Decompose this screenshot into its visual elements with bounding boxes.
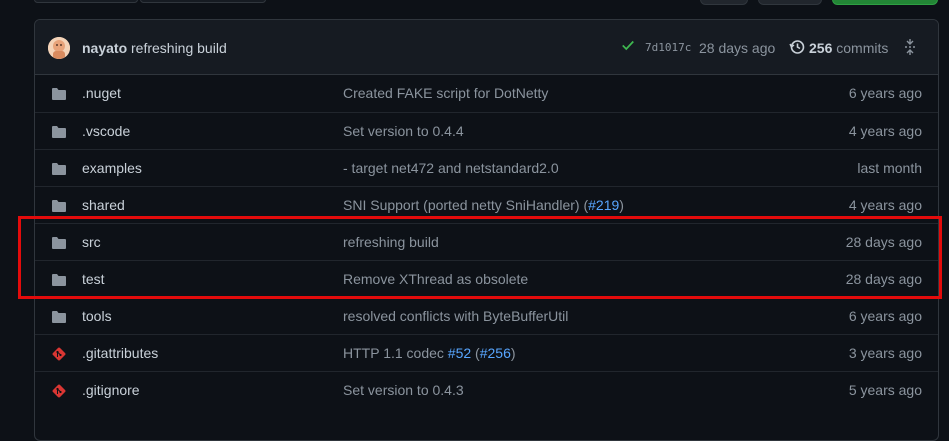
file-name-link[interactable]: .nuget — [82, 85, 121, 101]
commit-message-text: resolved conflicts with ByteBufferUtil — [343, 308, 569, 324]
file-row[interactable]: shared SNI Support (ported netty SniHandl… — [35, 186, 938, 223]
commit-age: 6 years ago — [848, 85, 922, 101]
folder-icon — [51, 87, 67, 104]
commit-age: last month — [857, 160, 922, 176]
file-name-link[interactable]: .vscode — [82, 123, 130, 139]
commit-message-link[interactable]: refreshing build — [343, 234, 439, 250]
commit-message-link[interactable]: SNI Support (ported netty SniHandler) (#… — [343, 197, 624, 213]
file-row[interactable]: examples - target net472 and netstandard2… — [35, 149, 938, 186]
commit-message-text: SNI Support (ported netty SniHandler) ( — [343, 197, 589, 213]
file-row[interactable]: tools resolved conflicts with ByteBufferU… — [35, 297, 938, 334]
commit-message-link[interactable]: Created FAKE script for DotNetty — [343, 85, 548, 101]
file-name-link[interactable]: src — [82, 234, 101, 250]
commit-age: 4 years ago — [848, 197, 922, 213]
git-file-icon — [51, 383, 67, 402]
check-icon[interactable] — [621, 38, 635, 55]
go-to-file-button[interactable] — [700, 0, 748, 5]
folder-icon — [51, 162, 67, 179]
commit-message-link[interactable]: Set version to 0.4.4 — [343, 123, 464, 139]
commit-message-text: - target net472 and netstandard2.0 — [343, 160, 559, 176]
file-browser: nayato refreshing build 7d1017c 28 days … — [34, 19, 939, 441]
add-file-button[interactable] — [758, 0, 822, 5]
folder-icon — [51, 199, 67, 216]
commit-message-text: refreshing build — [343, 234, 439, 250]
branch-selector[interactable] — [34, 0, 138, 3]
file-name-link[interactable]: examples — [82, 160, 142, 176]
git-file-icon — [51, 346, 67, 365]
commit-message-link[interactable]: - target net472 and netstandard2.0 — [343, 160, 559, 176]
commit-message-link[interactable]: HTTP 1.1 codec #52 (#256) — [343, 345, 516, 361]
file-row[interactable]: .nuget Created FAKE script for DotNetty 6 … — [35, 75, 938, 112]
file-name-link[interactable]: shared — [82, 197, 125, 213]
commit-age: 28 days ago — [845, 234, 922, 250]
commit-message-text: ) — [510, 345, 516, 361]
commit-age: 4 years ago — [848, 123, 922, 139]
file-row[interactable]: .vscode Set version to 0.4.4 4 years ago — [35, 112, 938, 149]
issue-link[interactable]: #52 — [448, 345, 471, 361]
commit-age: 28 days ago — [699, 40, 776, 56]
commit-message-text: Set version to 0.4.3 — [343, 382, 464, 398]
file-name-link[interactable]: tools — [82, 308, 112, 324]
branches-link[interactable] — [140, 0, 266, 3]
avatar[interactable] — [48, 37, 70, 59]
file-name-link[interactable]: .gitignore — [82, 382, 140, 398]
issue-link[interactable]: #256 — [480, 345, 511, 361]
commit-message-text: Set version to 0.4.4 — [343, 123, 464, 139]
commit-message-text: Created FAKE script for DotNetty — [343, 85, 549, 101]
commit-age: 6 years ago — [848, 308, 922, 324]
file-name-link[interactable]: .gitattributes — [82, 345, 158, 361]
folder-icon — [51, 310, 67, 327]
commit-message[interactable]: refreshing build — [131, 40, 227, 56]
issue-link[interactable]: #219 — [588, 197, 619, 213]
commit-message-text: ) — [619, 197, 624, 213]
commit-label: commits — [836, 40, 889, 56]
file-row[interactable]: .gitattributes HTTP 1.1 codec #52 (#256) 3… — [35, 334, 938, 371]
code-button[interactable] — [832, 0, 938, 5]
commit-age: 3 years ago — [848, 345, 922, 361]
commit-message-link[interactable]: resolved conflicts with ByteBufferUtil — [343, 308, 568, 324]
commit-author[interactable]: nayato — [82, 40, 127, 56]
commits-link[interactable]: 256 commits — [809, 40, 888, 56]
file-row[interactable]: test Remove XThread as obsolete 28 days ag… — [35, 260, 938, 297]
history-icon[interactable] — [789, 39, 805, 58]
commit-message-link[interactable]: Set version to 0.4.3 — [343, 382, 464, 398]
file-list: .nuget Created FAKE script for DotNetty 6 … — [35, 75, 938, 408]
commit-message-text: HTTP 1.1 codec — [343, 345, 448, 361]
commit-age: 28 days ago — [845, 271, 922, 287]
folder-icon — [51, 125, 67, 142]
fold-icon[interactable] — [903, 38, 917, 59]
folder-icon — [51, 273, 67, 290]
commit-message-text: ( — [471, 345, 480, 361]
commit-age: 5 years ago — [848, 382, 922, 398]
file-row[interactable]: .gitignore Set version to 0.4.3 5 years ag… — [35, 371, 938, 408]
commit-message-text: Remove XThread as obsolete — [343, 271, 529, 287]
file-name-link[interactable]: test — [82, 271, 105, 287]
commit-sha[interactable]: 7d1017c — [645, 41, 691, 54]
file-row[interactable]: src refreshing build 28 days ago — [35, 223, 938, 260]
commit-count: 256 — [809, 40, 833, 56]
latest-commit-bar: nayato refreshing build 7d1017c 28 days … — [35, 20, 938, 75]
commit-message-link[interactable]: Remove XThread as obsolete — [343, 271, 528, 287]
folder-icon — [51, 236, 67, 253]
